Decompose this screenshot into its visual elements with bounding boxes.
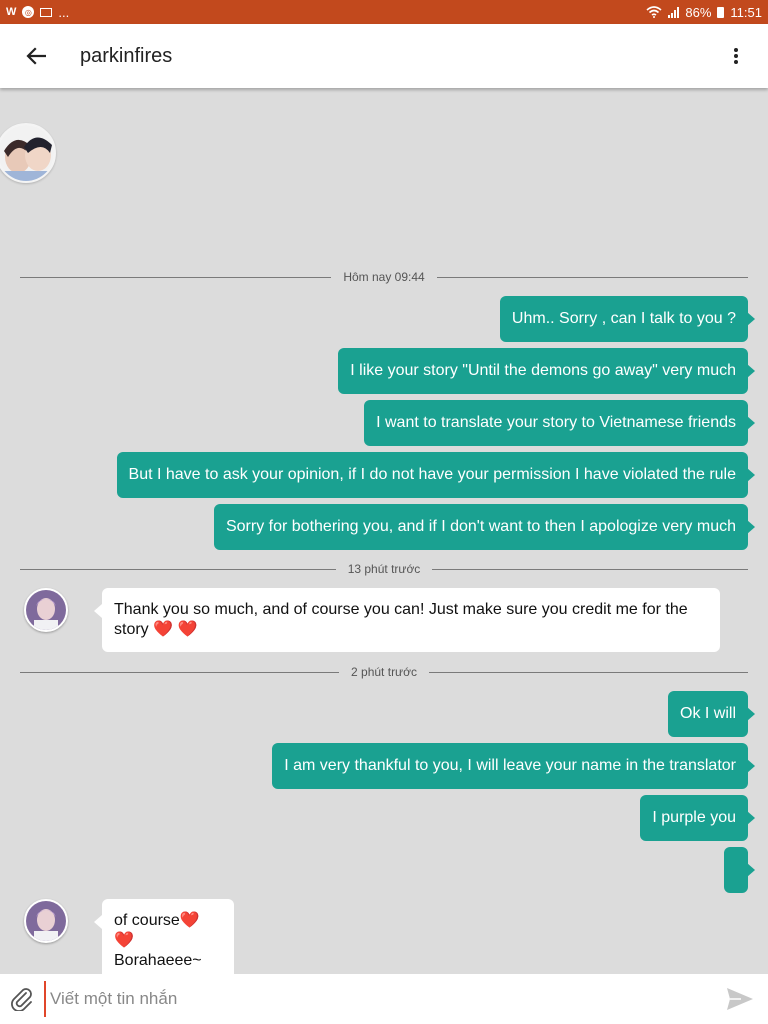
status-bar: W ◎ ... 86% 11:51 [0, 0, 768, 24]
message-text: Ok I will [680, 705, 736, 722]
avatar-image [26, 901, 66, 941]
incoming-message[interactable]: of course❤️ ❤️ Borahaeee~ [94, 899, 234, 983]
message-text: I purple you [652, 809, 736, 826]
battery-percent: 86% [685, 4, 712, 20]
battery-icon [717, 6, 725, 18]
outgoing-message[interactable]: Uhm.. Sorry , can I talk to you ? [499, 296, 756, 342]
wattpad-notification-icon: W [6, 6, 17, 18]
date-separator: 13 phút trước [20, 562, 748, 576]
message-text: Uhm.. Sorry , can I talk to you ? [511, 310, 736, 327]
app-notification-icon: ◎ [22, 6, 35, 18]
date-separator-label: 13 phút trước [335, 562, 433, 576]
avatar-image [0, 125, 54, 181]
outgoing-message[interactable]: But I have to ask your opinion, if I do … [116, 452, 756, 498]
date-separator: Hôm nay 09:44 [20, 270, 748, 284]
send-icon [727, 988, 753, 1010]
paperclip-icon [11, 988, 32, 1011]
sender-avatar[interactable] [24, 899, 68, 943]
message-text: I want to translate your story to Vietna… [376, 414, 736, 431]
outgoing-message[interactable]: I like your story "Until the demons go a… [338, 348, 755, 394]
more-vert-icon [734, 48, 738, 64]
back-button[interactable] [0, 24, 72, 88]
message-text: I like your story "Until the demons go a… [350, 362, 736, 379]
conversation-avatar[interactable] [0, 123, 56, 183]
message-text-line: Thank you so much, and of course you can… [114, 601, 688, 618]
outgoing-message[interactable]: Sorry for bothering you, and if I don't … [213, 504, 756, 550]
message-composer [0, 974, 768, 1024]
incoming-message[interactable]: Thank you so much, and of course you can… [94, 588, 720, 652]
signal-icon [668, 6, 680, 18]
outgoing-message[interactable]: I purple you [640, 795, 755, 841]
conversation-title: parkinfires [80, 44, 173, 67]
outgoing-message[interactable]: I am very thankful to you, I will leave … [272, 743, 755, 789]
wifi-icon [646, 6, 662, 18]
message-text-line: Borahaeee~ [114, 952, 202, 969]
message-text-line: story ❤️ ❤️ [114, 621, 198, 638]
mail-notification-icon [40, 7, 53, 17]
more-notifications-indicator: ... [58, 4, 70, 20]
avatar-image [26, 590, 66, 630]
sender-avatar[interactable] [24, 588, 68, 632]
attach-button[interactable] [0, 974, 44, 1024]
message-text-line: of course❤️ ❤️ [114, 912, 200, 949]
outgoing-message[interactable] [724, 847, 755, 893]
date-separator-label: 2 phút trước [339, 665, 429, 679]
date-separator-label: Hôm nay 09:44 [331, 270, 437, 284]
message-text: But I have to ask your opinion, if I do … [128, 466, 736, 483]
app-bar: parkinfires [0, 24, 768, 88]
clock: 11:51 [730, 4, 762, 20]
send-button[interactable] [712, 974, 768, 1024]
date-separator: 2 phút trước [20, 665, 748, 679]
message-input[interactable] [44, 981, 712, 1017]
message-text: Sorry for bothering you, and if I don't … [225, 518, 736, 535]
arrow-back-icon [26, 47, 46, 65]
outgoing-message[interactable]: I want to translate your story to Vietna… [364, 400, 755, 446]
message-text: I am very thankful to you, I will leave … [284, 757, 736, 774]
outgoing-message[interactable]: Ok I will [668, 691, 755, 737]
more-options-button[interactable] [704, 24, 768, 88]
